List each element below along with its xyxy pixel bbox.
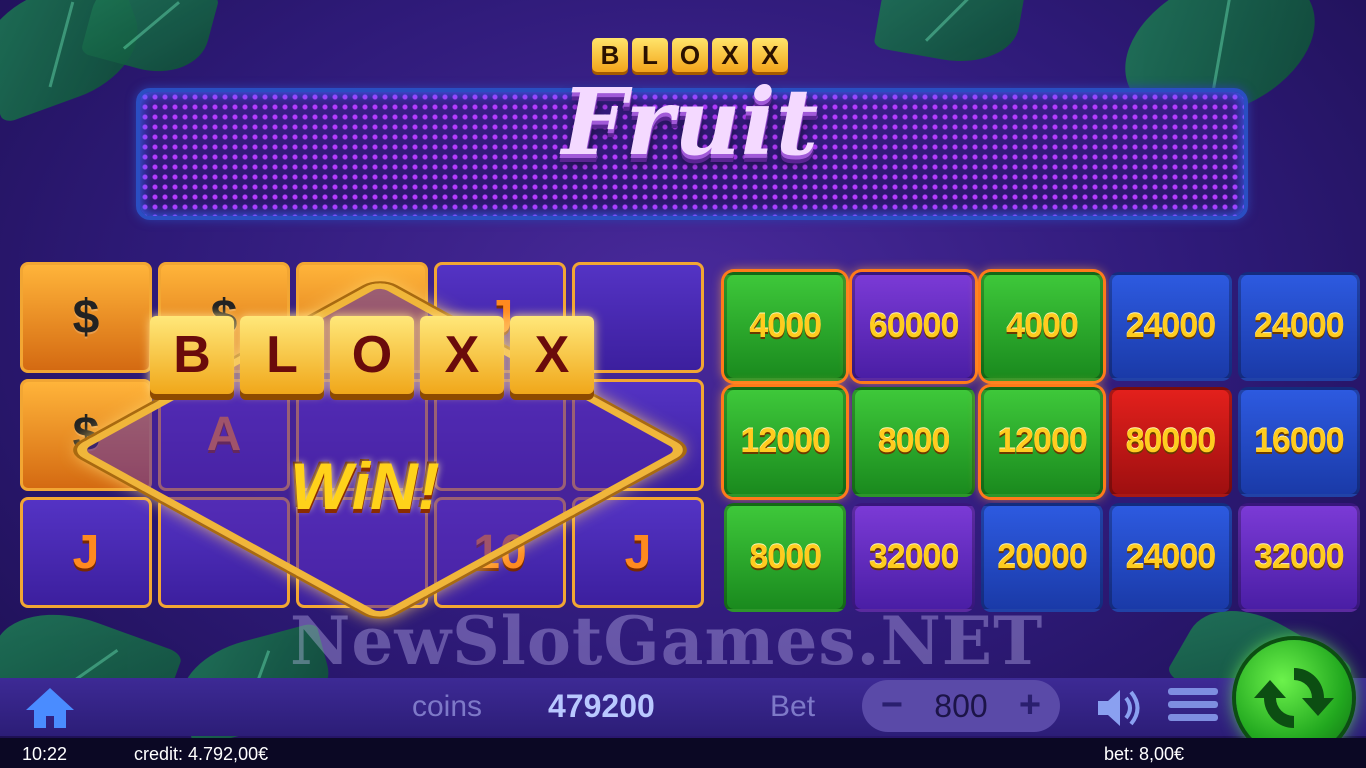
value-block: 24000: [1109, 272, 1232, 382]
home-icon[interactable]: [22, 686, 78, 730]
hamburger-menu-icon[interactable]: [1168, 684, 1218, 728]
watermark-text: NewSlotGames.NET: [290, 602, 1044, 680]
value-block: 12000: [724, 387, 847, 497]
logo-letter: X: [712, 38, 748, 72]
logo-letter: B: [592, 38, 628, 72]
value-block: 24000: [1237, 272, 1360, 382]
reel-symbol: A: [158, 379, 290, 491]
reel-symbol: J: [20, 496, 152, 608]
value-block-grid: 4000 60000 4000 24000 24000 12000 8000 12000 800…: [724, 272, 1360, 612]
value-block: 4000: [980, 272, 1104, 382]
bottom-control-bar: [0, 678, 1366, 736]
credit-text: credit: 4.792,00€: [134, 744, 269, 764]
coins-label: coins: [412, 690, 483, 723]
reel-symbol: J: [572, 496, 704, 608]
value-block: 16000: [1237, 387, 1360, 497]
status-bar: 10:22 credit: 4.792,00€ bet: 8,00€: [0, 738, 1366, 768]
reel-symbol: $: [20, 262, 152, 374]
reel-symbol: [296, 496, 428, 608]
clock-time: 10:22: [22, 744, 68, 764]
bet-value: 800: [934, 688, 988, 724]
value-block: 12000: [980, 387, 1104, 497]
value-block: 32000: [852, 502, 975, 612]
slot-reels: $ $ J $ A J 10 J: [20, 262, 704, 608]
value-block: 32000: [1237, 502, 1360, 612]
reel-symbol: [572, 262, 704, 374]
reel-symbol: [296, 262, 428, 374]
reel-symbol: 10: [434, 496, 566, 608]
logo-letter: O: [672, 38, 708, 72]
value-block: 80000: [1109, 387, 1232, 497]
bet-stepper: − 800 +: [862, 680, 1060, 732]
value-block: 8000: [724, 502, 847, 612]
reel-symbol: $: [20, 379, 152, 491]
value-block: 60000: [852, 272, 975, 382]
coins-value: 479200: [548, 688, 655, 724]
reel-symbol: [572, 379, 704, 491]
logo-letter: X: [752, 38, 788, 72]
bet-decrease-button[interactable]: −: [866, 680, 918, 732]
logo-fruit-text: Fruit: [561, 68, 819, 176]
reel-symbol: [434, 379, 566, 491]
value-block: 24000: [1109, 502, 1232, 612]
logo-letter: L: [632, 38, 668, 72]
reel-symbol: [296, 379, 428, 491]
reel-symbol: $: [158, 262, 290, 374]
bet-text: bet: 8,00€: [1104, 744, 1185, 764]
value-block: 20000: [980, 502, 1104, 612]
value-block: 4000: [724, 272, 847, 382]
game-logo: B L O X X Fruit: [560, 38, 820, 218]
spin-arrows-icon: [1254, 668, 1334, 728]
reel-symbol: [158, 496, 290, 608]
reel-symbol: J: [434, 262, 566, 374]
logo-bloxx-letters: B L O X X: [592, 38, 788, 72]
value-block: 8000: [852, 387, 975, 497]
bet-label: Bet: [770, 690, 816, 723]
decorative-leaf: [873, 0, 1027, 72]
speaker-icon[interactable]: [1094, 686, 1144, 730]
bet-increase-button[interactable]: +: [1004, 680, 1056, 732]
